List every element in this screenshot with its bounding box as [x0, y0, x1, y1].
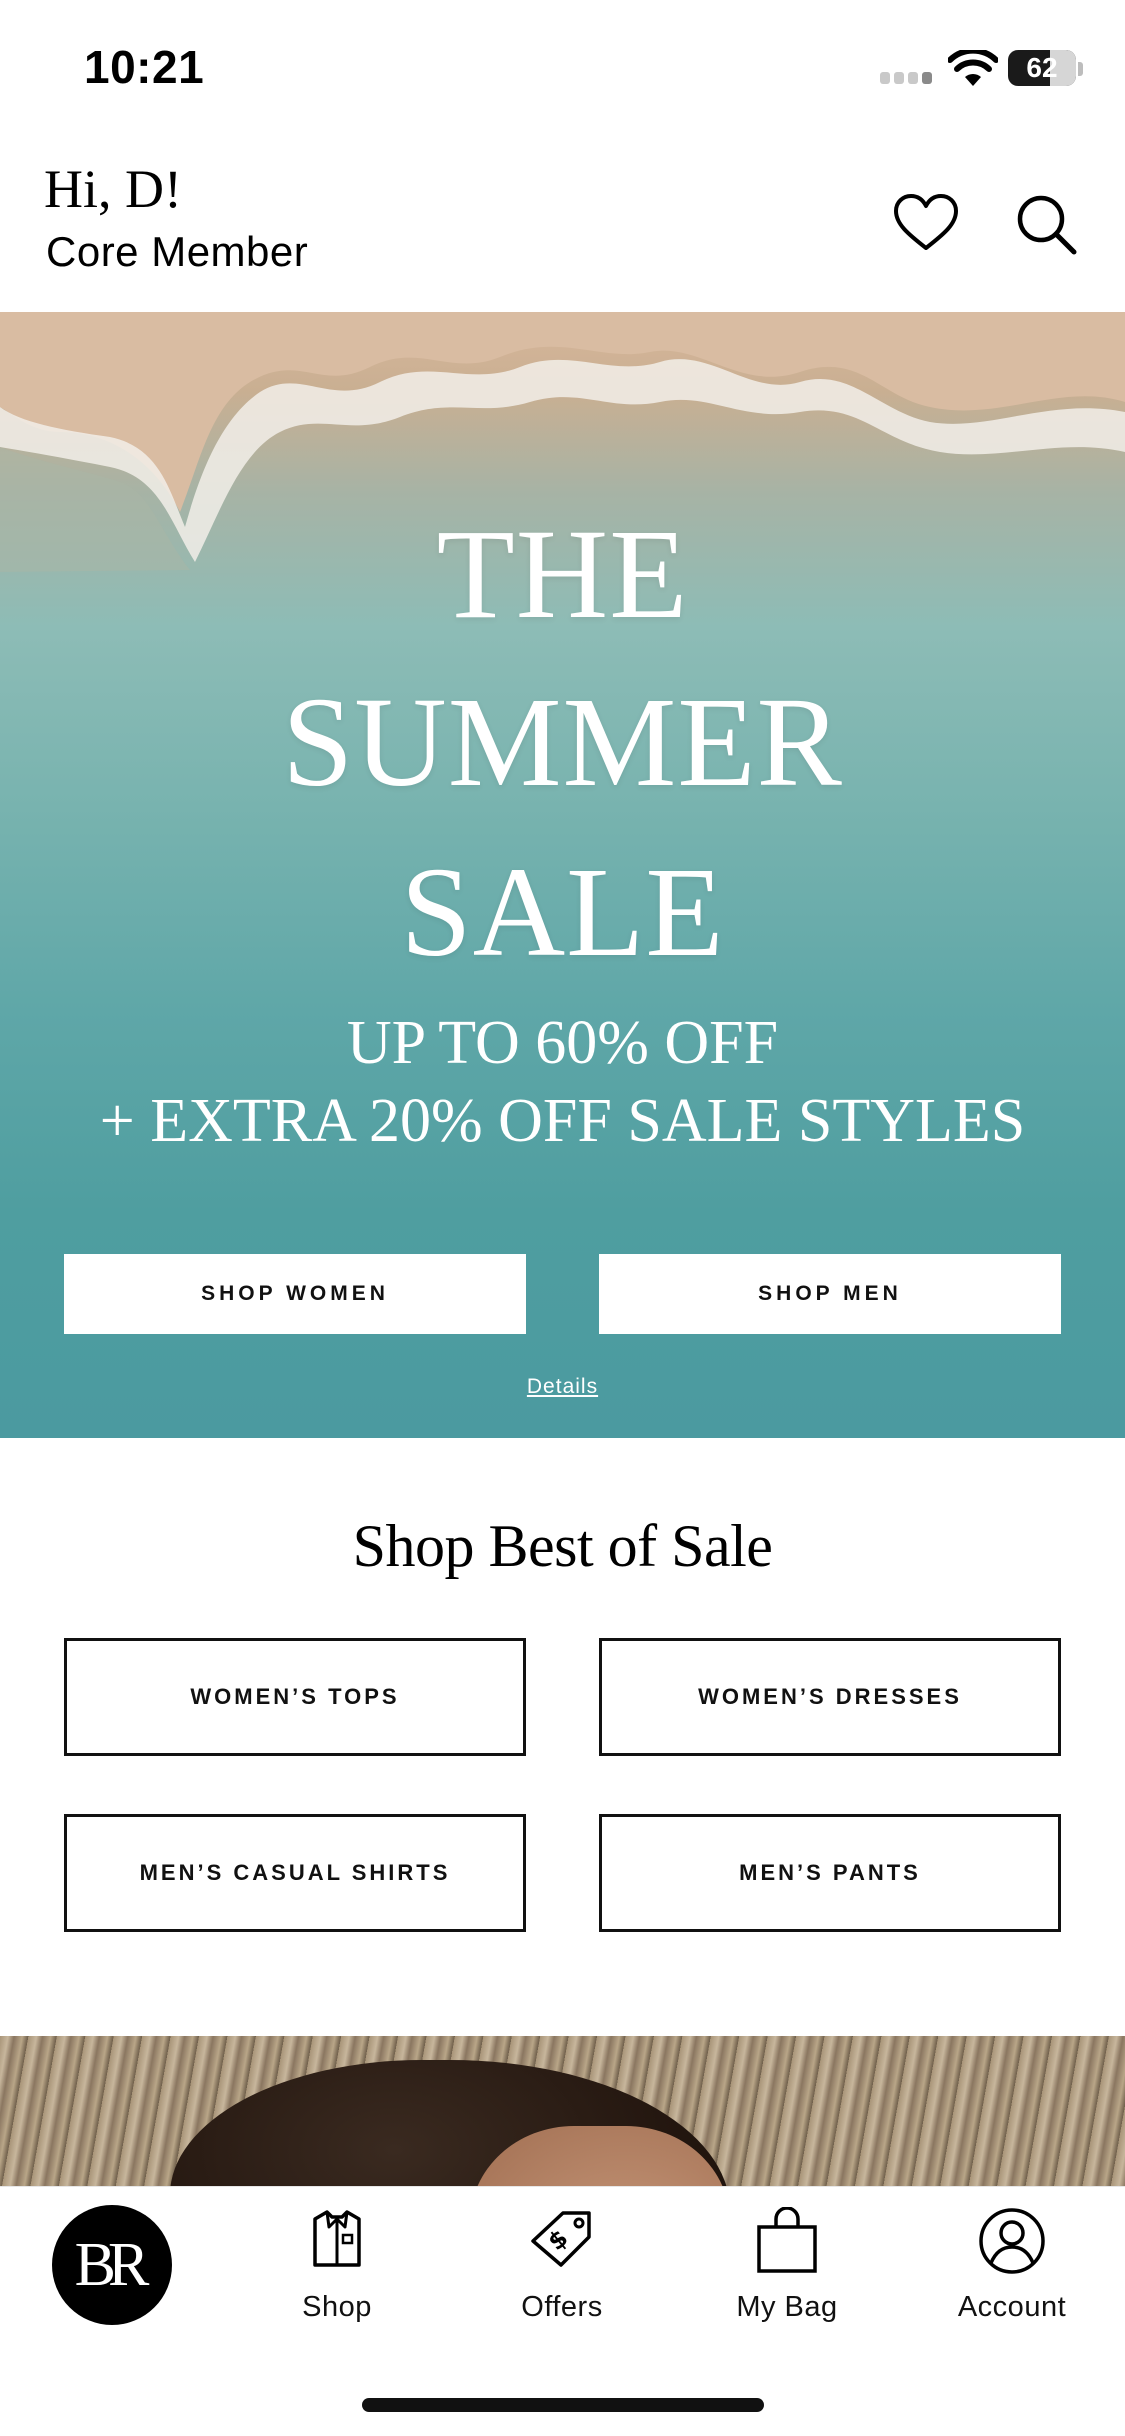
battery-percent: 62 [1026, 52, 1058, 83]
shop-men-button[interactable]: SHOP MEN [599, 1254, 1061, 1334]
category-button-mens-casual-shirts[interactable]: MEN’S CASUAL SHIRTS [64, 1814, 526, 1932]
tab-account[interactable]: Account [927, 2207, 1097, 2337]
price-tag-icon: $ [531, 2211, 591, 2267]
hero-title-line-2: SUMMER [282, 671, 843, 813]
search-icon[interactable] [1010, 188, 1082, 260]
wifi-icon [948, 50, 998, 86]
hero-subtitle-line-2: + EXTRA 20% OFF SALE STYLES [99, 1087, 1026, 1155]
greeting-text: Hi, D! [44, 159, 182, 219]
cellular-signal-icon [880, 72, 934, 86]
tab-my-bag[interactable]: My Bag [702, 2207, 872, 2337]
hero-title-line-1: THE [436, 503, 689, 645]
member-level: Core Member [46, 228, 309, 275]
home-indicator [362, 2398, 764, 2412]
category-button-womens-dresses[interactable]: WOMEN’S DRESSES [599, 1638, 1061, 1756]
shopping-bag-icon [757, 2207, 817, 2273]
hero-subtitle-line-1: UP TO 60% OFF [346, 1009, 779, 1077]
details-link[interactable]: Details [0, 1375, 1125, 1399]
promo-image-peek[interactable] [0, 2036, 1125, 2186]
category-button-mens-pants[interactable]: MEN’S PANTS [599, 1814, 1061, 1932]
tab-offers[interactable]: $ Offers [477, 2207, 647, 2337]
summer-sale-hero[interactable]: THE SUMMER SALE UP TO 60% OFF + EXTRA 20… [0, 312, 1125, 1438]
status-bar: 10:21 62 [0, 0, 1125, 140]
battery-icon: 62 [1008, 50, 1076, 86]
heart-icon[interactable] [890, 188, 962, 260]
hero-title-line-3: SALE [400, 841, 725, 983]
category-button-womens-tops[interactable]: WOMEN’S TOPS [64, 1638, 526, 1756]
tab-offers-label: Offers [521, 2291, 603, 2323]
battery-tip [1078, 62, 1083, 76]
tab-my-bag-label: My Bag [736, 2291, 838, 2323]
br-logo-home-button[interactable]: BR [52, 2205, 172, 2325]
shop-women-button[interactable]: SHOP WOMEN [64, 1254, 526, 1334]
status-time: 10:21 [84, 41, 205, 93]
best-of-sale-title: Shop Best of Sale [352, 1513, 773, 1579]
account-icon [979, 2208, 1045, 2274]
app-header: Hi, D! Core Member [0, 140, 1125, 312]
tab-shop[interactable]: Shop [252, 2207, 422, 2337]
tab-account-label: Account [957, 2291, 1067, 2323]
tab-shop-label: Shop [302, 2291, 372, 2323]
shirt-icon [313, 2210, 361, 2267]
